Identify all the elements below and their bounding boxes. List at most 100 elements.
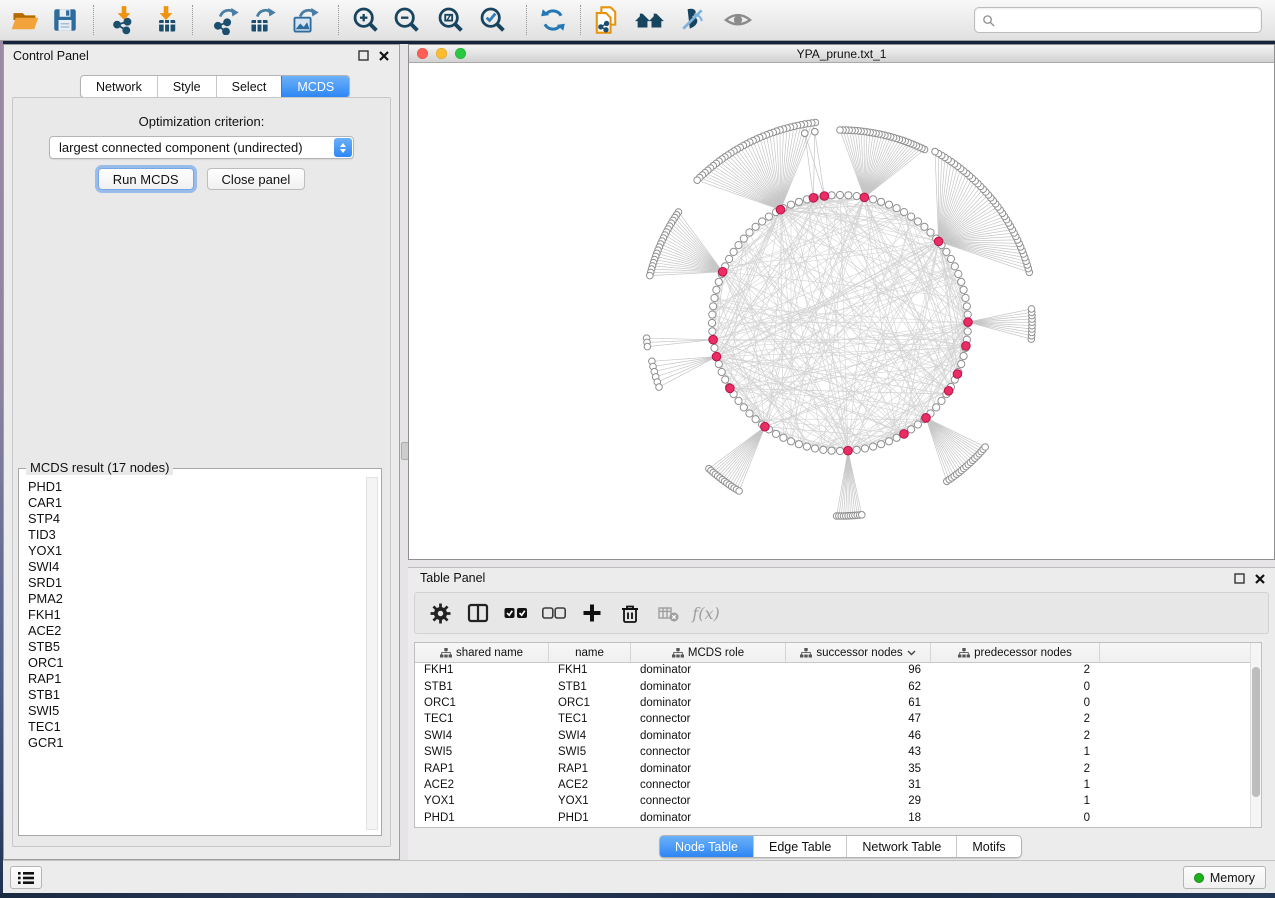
table-scrollbar-thumb[interactable] [1252,667,1260,797]
table-row[interactable]: ACE2ACE2connector311 [415,777,1251,793]
desktop-wallpaper-bottom [0,893,1275,898]
criterion-select[interactable]: largest connected component (undirected) [49,136,354,159]
mcds-result-item[interactable]: TID3 [28,527,365,543]
table-row[interactable]: SWI5SWI5connector431 [415,744,1251,760]
table-row[interactable]: YOX1YOX1connector291 [415,793,1251,809]
tab-node-table[interactable]: Node Table [660,836,753,857]
table-scrollbar[interactable] [1250,643,1261,827]
add-column-plus-icon[interactable] [573,596,611,630]
zoom-out-icon[interactable] [389,3,425,37]
horizontal-splitter[interactable] [408,560,1275,567]
mcds-result-item[interactable]: CAR1 [28,495,365,511]
export-network-icon[interactable] [208,3,244,37]
float-panel-icon[interactable] [1234,573,1245,584]
cell-name: ACE2 [549,779,631,791]
tab-style[interactable]: Style [157,76,216,97]
documents-network-icon[interactable] [588,3,624,37]
mcds-result-item[interactable]: STB5 [28,639,365,655]
tab-motifs[interactable]: Motifs [956,836,1020,857]
mcds-result-item[interactable]: TEC1 [28,719,365,735]
cell-shared-name: FKH1 [415,664,549,676]
column-header-MCDS-role[interactable]: MCDS role [631,643,786,662]
column-layout-icon[interactable] [459,596,497,630]
mcds-result-item[interactable]: YOX1 [28,543,365,559]
column-header-predecessor-nodes[interactable]: predecessor nodes [931,643,1100,662]
mcds-result-item[interactable]: SWI5 [28,703,365,719]
import-network-icon[interactable] [106,3,142,37]
close-panel-button[interactable]: Close panel [207,168,306,190]
function-builder-icon[interactable]: f(x) [687,596,725,630]
network-canvas[interactable] [409,63,1274,559]
zoom-fit-icon[interactable] [433,3,469,37]
sort-chevron-icon [907,650,916,656]
hide-details-flag-icon[interactable] [675,3,711,37]
vertical-splitter[interactable] [400,44,408,860]
toolbar-separator [338,5,339,35]
node-table: shared namenameMCDS rolesuccessor nodesp… [414,642,1262,828]
search-input[interactable] [999,12,1261,28]
cell-successor-nodes: 61 [786,697,931,709]
delete-table-icon[interactable] [649,596,687,630]
mcds-result-item[interactable]: SRD1 [28,575,365,591]
tab-network[interactable]: Network [81,76,157,97]
column-header-name[interactable]: name [549,643,631,662]
cell-MCDS-role: connector [631,795,786,807]
select-all-checkboxes-icon[interactable] [497,596,535,630]
export-image-icon[interactable] [288,3,324,37]
column-header-successor-nodes[interactable]: successor nodes [786,643,931,662]
main-toolbar [0,0,1275,41]
open-file-icon[interactable] [7,3,43,37]
cell-name: TEC1 [549,713,631,725]
tab-select[interactable]: Select [216,76,282,97]
table-row[interactable]: ORC1ORC1dominator610 [415,695,1251,711]
table-row[interactable]: TEC1TEC1connector472 [415,711,1251,727]
memory-label: Memory [1210,871,1255,885]
cell-MCDS-role: dominator [631,681,786,693]
tab-edge-table[interactable]: Edge Table [753,836,846,857]
close-panel-icon[interactable] [378,50,389,61]
table-row[interactable]: STB1STB1dominator620 [415,678,1251,694]
run-mcds-button[interactable]: Run MCDS [98,168,194,190]
deselect-all-checkboxes-icon[interactable] [535,596,573,630]
mcds-result-item[interactable]: STP4 [28,511,365,527]
cell-successor-nodes: 46 [786,730,931,742]
mcds-result-item[interactable]: SWI4 [28,559,365,575]
table-row[interactable]: PHD1PHD1dominator180 [415,810,1251,826]
column-header-shared-name[interactable]: shared name [415,643,549,662]
tab-network-table[interactable]: Network Table [846,836,956,857]
zoom-in-icon[interactable] [348,3,384,37]
refresh-icon[interactable] [535,3,571,37]
zoom-selected-icon[interactable] [475,3,511,37]
table-settings-gear-icon[interactable] [421,596,459,630]
mcds-list-scrollbar[interactable] [366,477,378,830]
eye-icon[interactable] [720,3,756,37]
table-row[interactable]: SWI4SWI4dominator462 [415,728,1251,744]
cell-predecessor-nodes: 2 [931,664,1100,676]
task-history-list-icon[interactable] [10,866,42,889]
cell-MCDS-role: dominator [631,812,786,824]
table-row[interactable]: FKH1FKH1dominator962 [415,662,1251,678]
float-panel-icon[interactable] [358,50,369,61]
cell-predecessor-nodes: 0 [931,681,1100,693]
houses-icon[interactable] [632,3,668,37]
tab-mcds[interactable]: MCDS [281,76,349,97]
export-table-icon[interactable] [245,3,281,37]
node-table-body: FKH1FKH1dominator962STB1STB1dominator620… [415,662,1251,827]
mcds-result-item[interactable]: PHD1 [28,479,365,495]
delete-column-trash-icon[interactable] [611,596,649,630]
mcds-result-item[interactable]: ACE2 [28,623,365,639]
memory-button[interactable]: Memory [1183,866,1266,889]
network-graph [409,63,1274,559]
mcds-result-item[interactable]: ORC1 [28,655,365,671]
mcds-result-box: MCDS result (17 nodes) PHD1CAR1STP4TID3Y… [18,468,382,836]
mcds-result-item[interactable]: PMA2 [28,591,365,607]
save-icon[interactable] [47,3,83,37]
mcds-result-item[interactable]: RAP1 [28,671,365,687]
mcds-result-item[interactable]: GCR1 [28,735,365,751]
import-table-icon[interactable] [148,3,184,37]
close-panel-icon[interactable] [1254,573,1265,584]
mcds-result-item[interactable]: FKH1 [28,607,365,623]
table-row[interactable]: RAP1RAP1dominator352 [415,760,1251,776]
mcds-result-item[interactable]: STB1 [28,687,365,703]
network-window-titlebar[interactable]: YPA_prune.txt_1 [409,45,1274,63]
